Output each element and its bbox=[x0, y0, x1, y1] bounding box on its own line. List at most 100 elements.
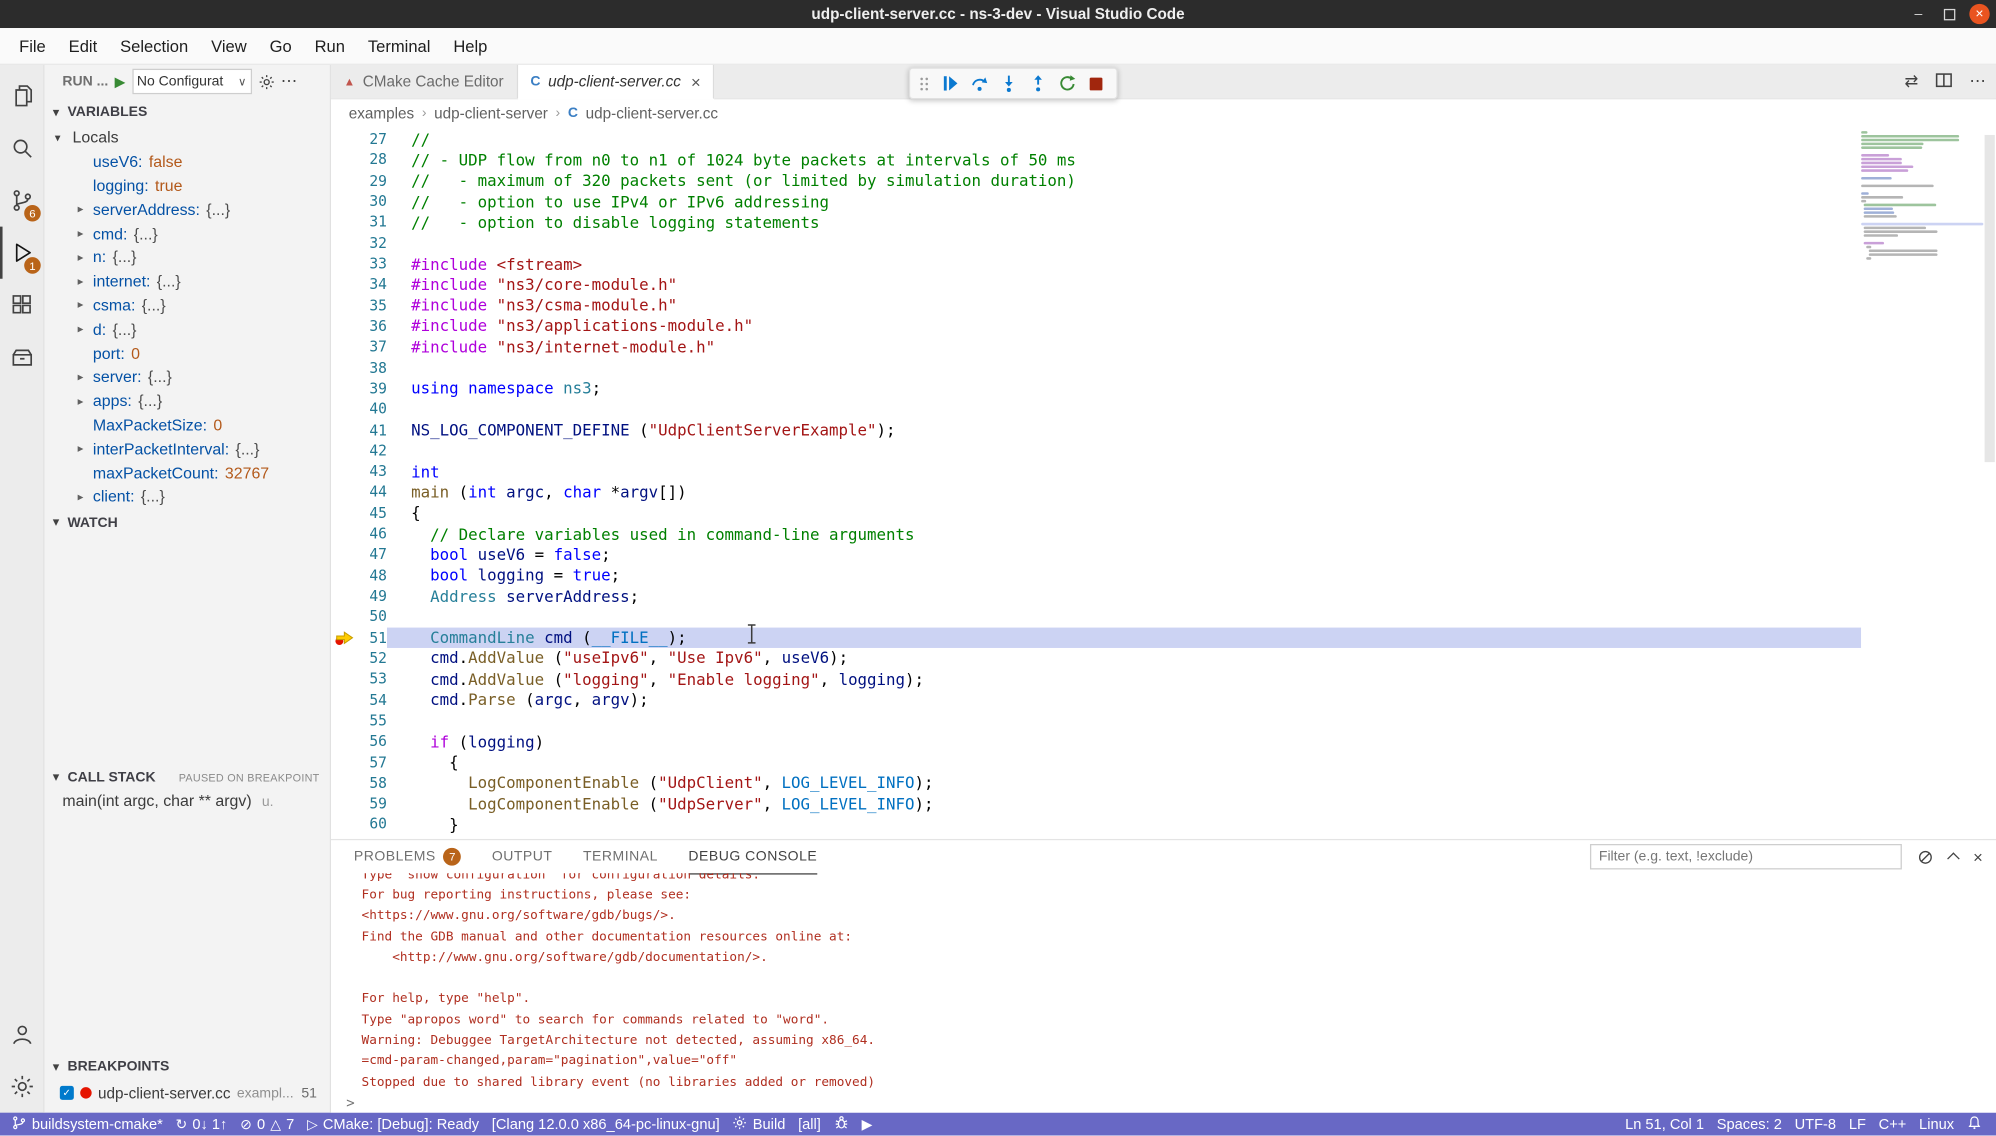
debug-config-dropdown[interactable]: No Configurat ∨ bbox=[132, 69, 252, 94]
step-into-button[interactable] bbox=[995, 71, 1020, 96]
code-line-text[interactable]: // bbox=[387, 129, 1861, 150]
menu-go[interactable]: Go bbox=[258, 28, 303, 64]
step-out-button[interactable] bbox=[1025, 71, 1050, 96]
status-sync-status[interactable]: ↻0↓ 1↑ bbox=[169, 1113, 234, 1136]
variable-row-logging[interactable]: logging:true bbox=[45, 174, 330, 198]
variable-row-serveraddress[interactable]: ▸serverAddress:{...} bbox=[45, 198, 330, 222]
breakpoint-margin[interactable] bbox=[331, 502, 356, 523]
code-line-text[interactable]: cmd.AddValue ("logging", "Enable logging… bbox=[387, 668, 1861, 689]
breakpoint-margin[interactable] bbox=[331, 585, 356, 606]
code-line-text[interactable]: LogComponentEnable ("UdpServer", LOG_LEV… bbox=[387, 793, 1861, 814]
breakpoint-row[interactable]: ✓ udp-client-server.cc exampl... 51 bbox=[45, 1081, 330, 1105]
expand-icon[interactable]: ▸ bbox=[78, 442, 93, 456]
code-line-text[interactable]: } bbox=[387, 814, 1861, 835]
menu-selection[interactable]: Selection bbox=[109, 28, 200, 64]
breakpoint-margin[interactable] bbox=[331, 835, 356, 839]
breakpoint-margin[interactable] bbox=[331, 295, 356, 316]
code-line-text[interactable]: // Declare variables used in command-lin… bbox=[387, 523, 1861, 544]
code-line-text[interactable]: #include "ns3/csma-module.h" bbox=[387, 295, 1861, 316]
code-line-text[interactable] bbox=[387, 357, 1861, 378]
code-line-text[interactable]: #include "ns3/applications-module.h" bbox=[387, 315, 1861, 336]
scrollbar-thumb[interactable] bbox=[1985, 135, 1995, 462]
code-line-text[interactable]: // - maximum of 320 packets sent (or lim… bbox=[387, 170, 1861, 191]
more-actions-icon[interactable]: ⋯ bbox=[281, 71, 298, 91]
code-line-text[interactable]: #include "ns3/internet-module.h" bbox=[387, 336, 1861, 357]
close-button[interactable]: × bbox=[1969, 4, 1989, 24]
source-control-icon[interactable]: 6 bbox=[0, 174, 43, 226]
compare-changes-icon[interactable]: ⇄ bbox=[1905, 71, 1919, 91]
tab-cmake-cache-editor[interactable]: ▲CMake Cache Editor bbox=[331, 65, 518, 98]
status-eol[interactable]: LF bbox=[1842, 1113, 1872, 1136]
menu-edit[interactable]: Edit bbox=[57, 28, 108, 64]
cmake-tools-icon[interactable] bbox=[0, 331, 43, 383]
extensions-icon[interactable] bbox=[0, 279, 43, 331]
status-cmake-build[interactable]: Build bbox=[726, 1113, 792, 1136]
expand-icon[interactable]: ▸ bbox=[78, 370, 93, 384]
breakpoint-margin[interactable] bbox=[331, 710, 356, 731]
breakpoint-margin[interactable] bbox=[331, 336, 356, 357]
code-line-text[interactable]: CommandLine cmd (__FILE__); bbox=[387, 627, 1861, 648]
breakpoint-margin[interactable] bbox=[331, 814, 356, 835]
breakpoint-margin[interactable] bbox=[331, 523, 356, 544]
code-line-text[interactable]: bool useV6 = false; bbox=[387, 544, 1861, 565]
filter-input[interactable] bbox=[1590, 844, 1902, 869]
close-panel-icon[interactable]: × bbox=[1973, 847, 1983, 866]
status-cmake-status[interactable]: ▷CMake: [Debug]: Ready bbox=[301, 1113, 486, 1136]
breakpoint-margin[interactable] bbox=[331, 565, 356, 586]
panel-tab-terminal[interactable]: TERMINAL bbox=[583, 840, 658, 873]
variable-row-usev6[interactable]: useV6:false bbox=[45, 150, 330, 174]
status-notifications[interactable] bbox=[1960, 1113, 1988, 1136]
breakpoint-margin[interactable] bbox=[331, 627, 356, 648]
split-editor-icon[interactable] bbox=[1935, 71, 1953, 93]
code-line-text[interactable]: using namespace ns3; bbox=[387, 378, 1861, 399]
restart-button[interactable] bbox=[1054, 71, 1079, 96]
code-line-text[interactable] bbox=[387, 835, 1861, 839]
menu-file[interactable]: File bbox=[8, 28, 58, 64]
clear-console-icon[interactable] bbox=[1917, 848, 1934, 865]
status-remote-branch[interactable]: buildsystem-cmake* bbox=[5, 1113, 169, 1136]
variable-row-csma[interactable]: ▸csma:{...} bbox=[45, 294, 330, 318]
run-and-debug-icon[interactable]: 1 bbox=[0, 227, 43, 279]
variable-row-n[interactable]: ▸n:{...} bbox=[45, 246, 330, 270]
menu-terminal[interactable]: Terminal bbox=[356, 28, 441, 64]
code-line-text[interactable]: cmd.AddValue ("useIpv6", "Use Ipv6", use… bbox=[387, 648, 1861, 669]
breakpoint-margin[interactable] bbox=[331, 315, 356, 336]
status-indentation[interactable]: Spaces: 2 bbox=[1710, 1113, 1788, 1136]
status-language-mode[interactable]: C++ bbox=[1872, 1113, 1912, 1136]
restore-button[interactable] bbox=[1939, 4, 1959, 24]
breakpoints-section-header[interactable]: ▾ BREAKPOINTS bbox=[45, 1053, 330, 1081]
status-problems-summary[interactable]: ⊘0△7 bbox=[234, 1113, 301, 1136]
expand-icon[interactable]: ▸ bbox=[78, 227, 93, 241]
minimap[interactable] bbox=[1861, 127, 1983, 839]
code-line-text[interactable] bbox=[387, 440, 1861, 461]
expand-icon[interactable]: ▸ bbox=[78, 394, 93, 408]
maximize-panel-icon[interactable] bbox=[1949, 850, 1958, 863]
code-line-text[interactable]: Address serverAddress; bbox=[387, 585, 1861, 606]
scope-row-locals[interactable]: ▾ Locals bbox=[45, 126, 330, 150]
breakpoint-margin[interactable] bbox=[331, 440, 356, 461]
code-line-text[interactable] bbox=[387, 606, 1861, 627]
breakpoint-margin[interactable] bbox=[331, 689, 356, 710]
breakpoint-margin[interactable] bbox=[331, 357, 356, 378]
breakpoint-margin[interactable] bbox=[331, 170, 356, 191]
panel-tab-output[interactable]: OUTPUT bbox=[492, 840, 553, 873]
stack-frame[interactable]: main(int argc, char ** argv) u. bbox=[45, 791, 330, 815]
breakpoint-margin[interactable] bbox=[331, 793, 356, 814]
code-line-text[interactable]: NS_LOG_COMPONENT_DEFINE ("UdpClientServe… bbox=[387, 419, 1861, 440]
minimize-button[interactable]: – bbox=[1908, 4, 1928, 24]
breakpoint-margin[interactable] bbox=[331, 232, 356, 253]
breakpoint-margin[interactable] bbox=[331, 482, 356, 503]
menu-help[interactable]: Help bbox=[442, 28, 499, 64]
expand-icon[interactable]: ▸ bbox=[78, 251, 93, 265]
vertical-scrollbar[interactable] bbox=[1983, 127, 1996, 839]
variable-row-interpacketinterval[interactable]: ▸interPacketInterval:{...} bbox=[45, 437, 330, 461]
variables-section-header[interactable]: ▾ VARIABLES bbox=[45, 98, 330, 126]
breakpoint-margin[interactable] bbox=[331, 399, 356, 420]
variable-row-cmd[interactable]: ▸cmd:{...} bbox=[45, 222, 330, 246]
debug-gear-icon[interactable] bbox=[258, 73, 275, 90]
status-cmake-kit[interactable]: [Clang 12.0.0 x86_64-pc-linux-gnu] bbox=[485, 1113, 726, 1136]
settings-gear-icon[interactable] bbox=[0, 1060, 43, 1112]
start-debug-icon[interactable]: ▶ bbox=[115, 73, 126, 90]
status-cursor-position[interactable]: Ln 51, Col 1 bbox=[1619, 1113, 1711, 1136]
code-line-text[interactable] bbox=[387, 399, 1861, 420]
